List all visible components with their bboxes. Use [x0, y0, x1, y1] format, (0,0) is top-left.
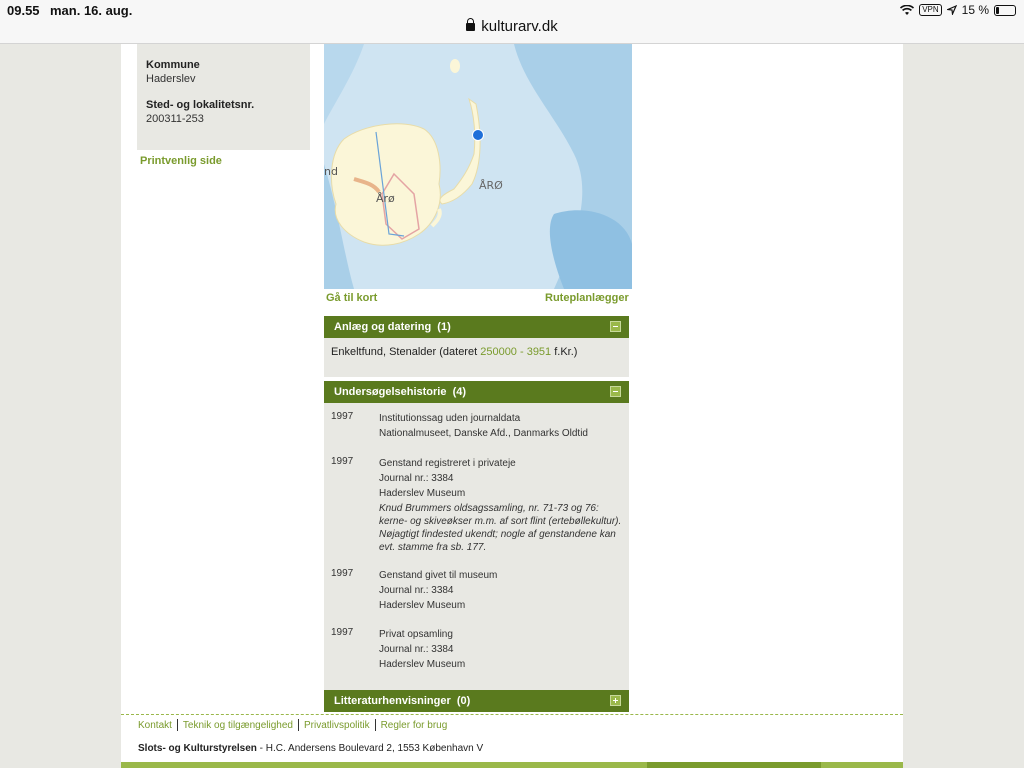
footer-separator: [374, 719, 376, 731]
history-line: Haderslev Museum: [379, 659, 466, 670]
status-icons: VPN 15 %: [900, 3, 1016, 17]
section-dating-header[interactable]: Anlæg og datering (1): [324, 316, 629, 338]
map-label-edge: nd: [324, 165, 338, 178]
history-year: 1997: [331, 456, 354, 467]
history-line: Institutionssag uden journaldata: [379, 413, 521, 424]
history-note: Knud Brummers oldsagssamling, nr. 71-73 …: [379, 503, 622, 553]
history-line: Haderslev Museum: [379, 600, 466, 611]
footer-address: Slots- og Kulturstyrelsen - H.C. Anderse…: [138, 743, 483, 754]
history-line: Privat opsamling: [379, 629, 453, 640]
battery-percent: 15 %: [961, 3, 989, 17]
footer-separator: [298, 719, 299, 731]
footer-links: Kontakt Teknik og tilgængelighed Privatl…: [138, 719, 447, 731]
section-history-body: 1997 Institutionssag uden journaldata Na…: [324, 403, 629, 690]
footer-separator: [176, 719, 178, 731]
expand-icon[interactable]: [610, 695, 621, 706]
status-bar: 09.55 man. 16. aug. VPN 15 % kulturarv.d…: [0, 0, 1024, 44]
route-planner-link[interactable]: Ruteplanlægger: [545, 292, 629, 304]
history-year: 1997: [331, 411, 354, 422]
map-label-aro-town: Årø: [376, 192, 395, 205]
url-text[interactable]: kulturarv.dk: [481, 18, 557, 35]
section-literature-title: Litteraturhenvisninger: [334, 695, 451, 707]
lock-icon: [466, 18, 476, 31]
section-dating-count: (1): [437, 321, 451, 333]
history-line: Haderslev Museum: [379, 488, 466, 499]
sted-value: 200311-253: [146, 113, 204, 125]
history-year: 1997: [331, 568, 354, 579]
section-dating-title: Anlæg og datering: [334, 321, 432, 333]
footer-link-contact[interactable]: Kontakt: [138, 720, 172, 731]
map-label-aro: ÅRØ: [479, 179, 503, 192]
section-literature-count: (0): [456, 695, 471, 707]
history-line: Genstand givet til museum: [379, 570, 498, 581]
section-literature-header[interactable]: Litteraturhenvisninger (0): [324, 690, 629, 712]
map[interactable]: nd Årø ÅRØ: [324, 44, 632, 289]
footer-org: Slots- og Kulturstyrelsen: [138, 743, 257, 754]
footer-divider: [121, 714, 903, 715]
status-time: 09.55: [7, 3, 40, 18]
goto-map-link[interactable]: Gå til kort: [326, 292, 377, 304]
collapse-icon[interactable]: [610, 321, 621, 332]
dating-text-after: f.Kr.): [551, 346, 578, 358]
history-line: Journal nr.: 3384: [379, 473, 454, 484]
map-svg[interactable]: nd Årø ÅRØ: [324, 44, 632, 289]
sted-label: Sted- og lokalitetsnr.: [146, 99, 255, 111]
print-friendly-link[interactable]: Printvenlig side: [140, 155, 222, 167]
section-history-count: (4): [452, 386, 467, 398]
battery-fill: [996, 6, 999, 14]
history-year: 1997: [331, 627, 354, 638]
footer-address-text: - H.C. Andersens Boulevard 2, 1553 Køben…: [256, 743, 484, 754]
history-line: Journal nr.: 3384: [379, 585, 454, 596]
wifi-icon: [900, 4, 915, 15]
section-history-header[interactable]: Undersøgelsehistorie (4): [324, 381, 629, 403]
history-line: Journal nr.: 3384: [379, 644, 454, 655]
history-line: Nationalmuseet, Danske Afd., Danmarks Ol…: [379, 428, 588, 439]
history-line: Genstand registreret i privateje: [379, 458, 516, 469]
dating-text-before: Enkeltfund, Stenalder (dateret: [331, 346, 481, 358]
info-box: Kommune Haderslev Sted- og lokalitetsnr.…: [137, 44, 310, 150]
address-bar[interactable]: kulturarv.dk: [0, 18, 1024, 35]
collapse-icon[interactable]: [610, 386, 621, 397]
footer-link-accessibility[interactable]: Teknik og tilgængelighed: [183, 720, 293, 731]
dating-range-link[interactable]: 250000 - 3951: [480, 346, 551, 358]
footer-link-privacy[interactable]: Privatlivspolitik: [304, 720, 370, 731]
location-arrow-icon: [946, 5, 957, 15]
status-date: man. 16. aug.: [50, 3, 133, 18]
section-history-title: Undersøgelsehistorie: [334, 386, 447, 398]
page-content: Kommune Haderslev Sted- og lokalitetsnr.…: [121, 44, 903, 768]
vpn-badge: VPN: [919, 4, 942, 16]
footer-link-terms[interactable]: Regler for brug: [381, 720, 448, 731]
section-dating-body: Enkeltfund, Stenalder (dateret 250000 - …: [324, 338, 629, 377]
battery-icon: [994, 4, 1016, 16]
kommune-value: Haderslev: [146, 73, 196, 85]
kommune-label: Kommune: [146, 59, 200, 71]
dating-text: Enkeltfund, Stenalder (dateret 250000 - …: [324, 338, 629, 366]
bottom-bar: [121, 762, 903, 768]
bottom-bar-accent: [647, 762, 821, 768]
